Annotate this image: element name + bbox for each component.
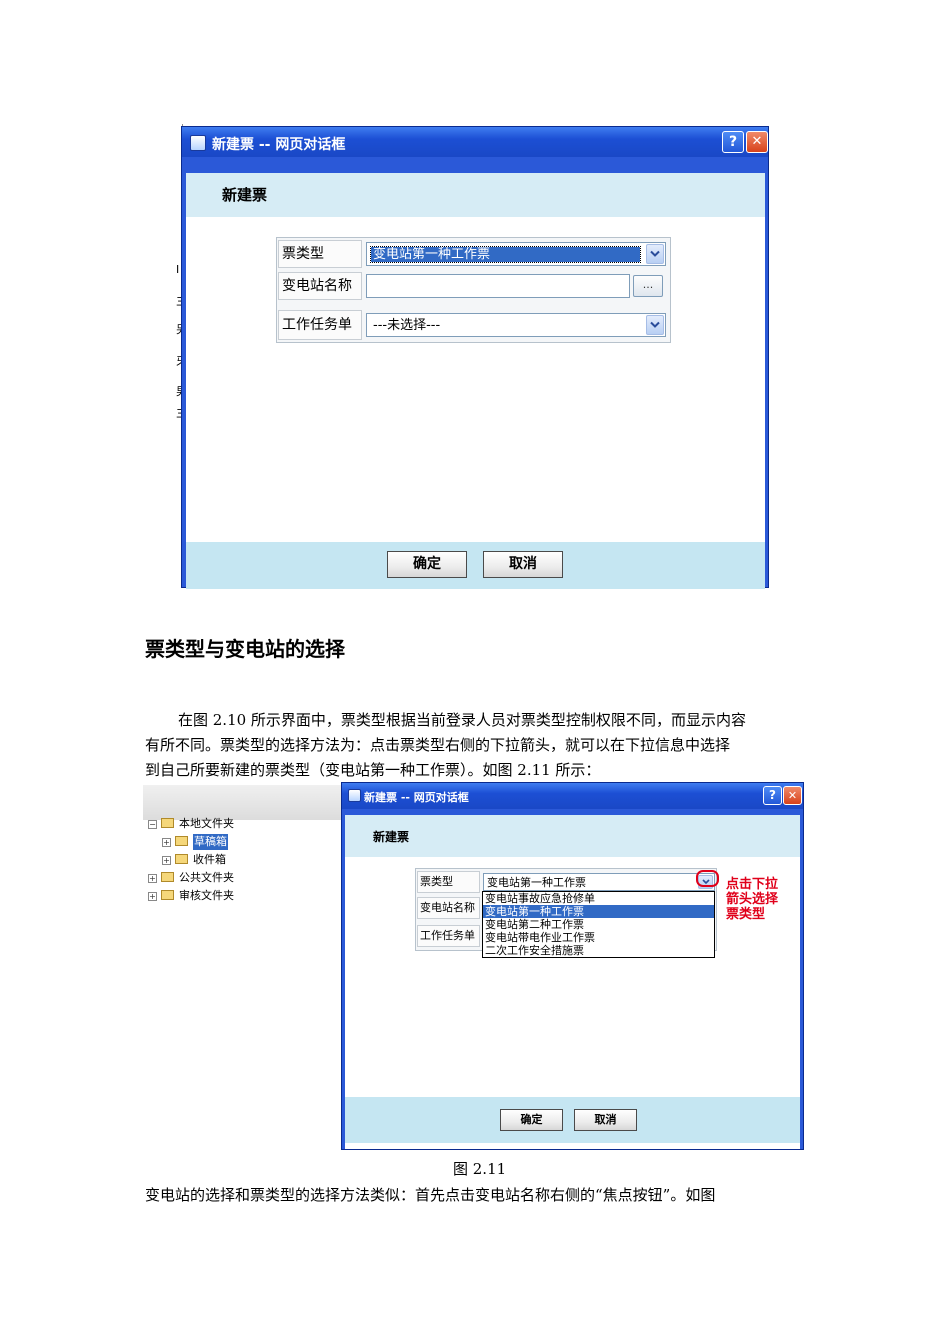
ticket-type-dropdown-list[interactable]: 变电站事故应急抢修单 变电站第一种工作票 变电站第二种工作票 变电站带电作业工作…	[482, 891, 715, 958]
folder-icon	[175, 854, 188, 864]
dropdown-option-selected[interactable]: 变电站第一种工作票	[483, 905, 714, 918]
browse-button[interactable]: ...	[633, 275, 663, 297]
chevron-down-icon[interactable]	[646, 244, 664, 264]
dialog-title-bar[interactable]: 新建票 -- 网页对话框 ? ✕	[342, 783, 803, 809]
tree-label: 公共文件夹	[179, 871, 234, 884]
folder-icon	[161, 872, 174, 882]
panel-title: 新建票	[186, 173, 765, 217]
dialog-footer: 确定 取消	[345, 1097, 800, 1143]
folder-tree: − 本地文件夹 + 草稿箱 + 收件箱 + 公共文件夹 + 审核文件夹	[148, 816, 338, 916]
expand-icon[interactable]: +	[162, 856, 171, 865]
dialog-title: 新建票 -- 网页对话框	[364, 791, 469, 804]
ok-button[interactable]: 确定	[387, 551, 467, 578]
callout-line: 箭头选择	[726, 892, 779, 907]
ticket-type-value: 变电站第一种工作票	[370, 246, 641, 263]
ticket-type-select[interactable]: 变电站第一种工作票	[366, 242, 666, 266]
dropdown-option[interactable]: 二次工作安全措施票	[483, 944, 714, 957]
close-button[interactable]: ✕	[783, 786, 802, 805]
close-button[interactable]: ✕	[746, 131, 768, 153]
tree-label: 收件箱	[193, 853, 226, 866]
cancel-button[interactable]: 取消	[574, 1109, 637, 1131]
dialog-footer: 确定 取消	[186, 542, 765, 589]
ticket-form: 票类型 变电站第一种工作票 变电站名称 ... 工作任务单 ---未选择---	[276, 237, 671, 343]
help-button[interactable]: ?	[722, 131, 744, 153]
section-heading: 票类型与变电站的选择	[145, 637, 345, 661]
folder-icon	[161, 818, 174, 828]
callout-line: 点击下拉	[726, 877, 779, 892]
dropdown-option[interactable]: 变电站第二种工作票	[483, 918, 714, 931]
panel-title: 新建票	[345, 815, 800, 857]
ok-button[interactable]: 确定	[500, 1109, 563, 1131]
folder-pane-header	[143, 785, 343, 820]
expand-icon[interactable]: +	[148, 874, 157, 883]
edge-char: I	[176, 263, 180, 276]
tree-label: 本地文件夹	[179, 817, 234, 830]
expand-icon[interactable]: +	[148, 892, 157, 901]
tree-label: 草稿箱	[193, 834, 228, 850]
field-label-ticket-type: 票类型	[278, 240, 362, 268]
field-label-ticket-type: 票类型	[417, 871, 480, 893]
paragraph-line: 在图 2.10 所示界面中，票类型根据当前登录人员对票类型控制权限不同，而显示内…	[178, 711, 746, 729]
field-label-substation: 变电站名称	[278, 272, 362, 300]
dropdown-option[interactable]: 变电站事故应急抢修单	[483, 892, 714, 905]
ie-page-icon	[190, 135, 206, 151]
callout-annotation: 点击下拉 箭头选择 票类型	[726, 877, 778, 922]
help-button[interactable]: ?	[763, 786, 782, 805]
paragraph-line: 到自己所要新建的票类型（变电站第一种工作票）。如图 2.11 所示：	[145, 761, 601, 779]
chevron-down-icon[interactable]	[646, 315, 664, 335]
paragraph-line: 变电站的选择和票类型的选择方法类似：首先点击变电站名称右侧的“焦点按钮”。如图	[145, 1186, 716, 1204]
folder-icon	[161, 890, 174, 900]
substation-name-input[interactable]	[366, 274, 630, 298]
field-label-work-task: 工作任务单	[278, 310, 362, 340]
dialog-title: 新建票 -- 网页对话框	[212, 137, 346, 153]
highlight-circle	[696, 870, 719, 887]
cancel-button[interactable]: 取消	[483, 551, 563, 578]
expand-icon[interactable]: +	[162, 838, 171, 847]
figure-caption: 图 2.11	[453, 1160, 507, 1178]
new-ticket-dialog: 新建票 -- 网页对话框 ? ✕ 新建票 票类型 变电站第一种工作票 变电站名称…	[181, 126, 769, 589]
field-label-substation: 变电站名称	[417, 897, 480, 919]
ie-page-icon	[348, 789, 361, 802]
tree-label: 审核文件夹	[179, 889, 234, 902]
callout-line: 票类型	[726, 907, 766, 922]
ticket-type-value: 变电站第一种工作票	[487, 876, 586, 889]
collapse-icon[interactable]: −	[148, 820, 157, 829]
dropdown-option[interactable]: 变电站带电作业工作票	[483, 931, 714, 944]
field-label-work-task: 工作任务单	[417, 925, 480, 947]
folder-icon	[175, 836, 188, 846]
dialog-client-area: 新建票 票类型 变电站第一种工作票 变电站名称 ... 工作任务单 ---未选择…	[186, 173, 765, 589]
paragraph-line: 有所不同。票类型的选择方法为：点击票类型右侧的下拉箭头，就可以在下拉信息中选择	[145, 736, 731, 754]
work-task-select[interactable]: ---未选择---	[366, 313, 666, 337]
dialog-client-area: 新建票 票类型 变电站第一种工作票 变电站名称 工作任务单 变电站事故应急抢修单…	[345, 815, 800, 1149]
work-task-value: ---未选择---	[373, 318, 441, 333]
dialog-title-bar[interactable]: 新建票 -- 网页对话框 ? ✕	[182, 127, 768, 157]
ticket-type-select[interactable]: 变电站第一种工作票	[483, 873, 715, 891]
new-ticket-dialog-dropdown: 新建票 -- 网页对话框 ? ✕ 新建票 票类型 变电站第一种工作票 变电站名称…	[341, 782, 804, 1150]
